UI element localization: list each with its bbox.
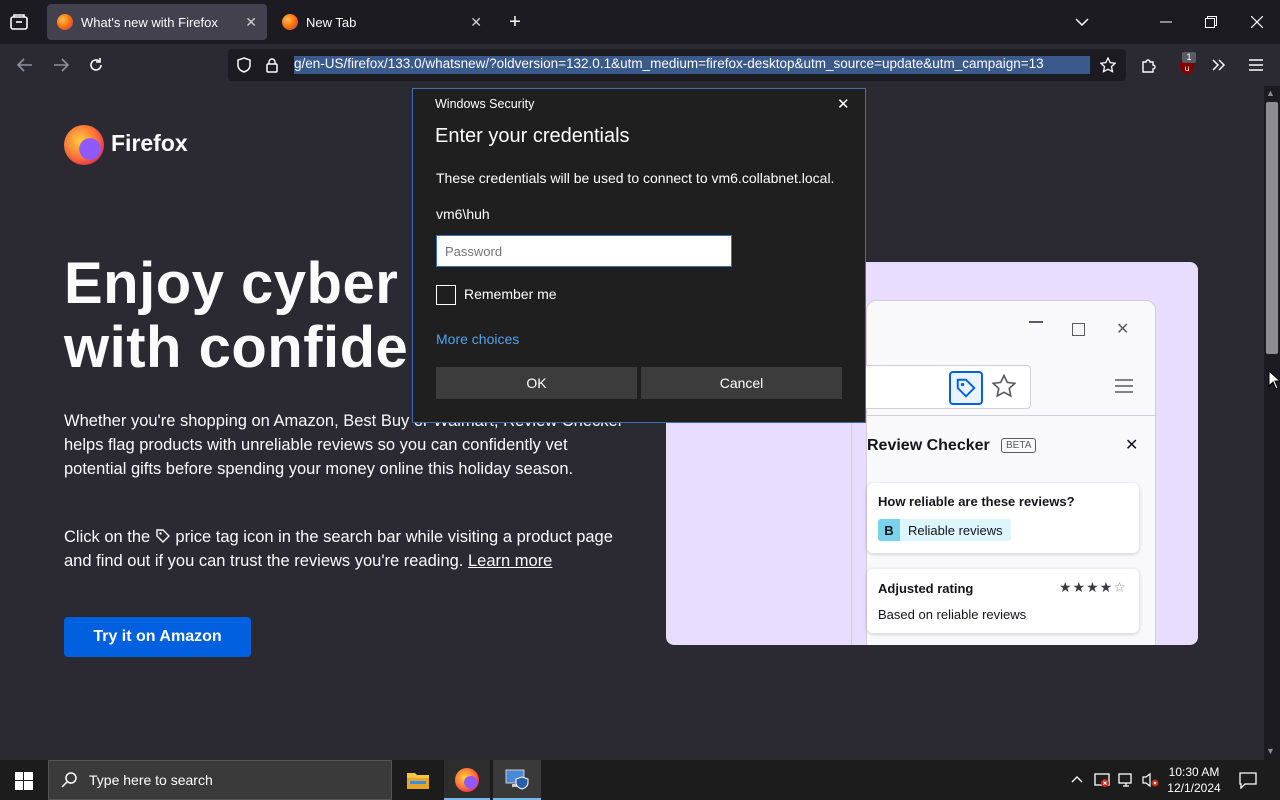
cancel-button[interactable]: Cancel xyxy=(641,367,842,399)
credential-dialog-taskbar-button[interactable] xyxy=(493,760,541,800)
password-field[interactable] xyxy=(436,235,732,267)
minimize-icon[interactable] xyxy=(1154,10,1178,34)
tab-new-tab[interactable]: New Tab ✕ xyxy=(272,4,492,40)
list-all-tabs-chevron-icon[interactable] xyxy=(1070,10,1094,34)
search-icon xyxy=(61,772,77,788)
firefox-favicon-icon xyxy=(57,14,73,30)
windows-security-dialog: Windows Security ✕ Enter your credential… xyxy=(412,88,866,423)
reliability-question: How reliable are these reviews? xyxy=(878,494,1075,509)
app-menu-hamburger-icon[interactable] xyxy=(1245,54,1267,76)
new-tab-plus-icon[interactable]: + xyxy=(503,10,527,34)
restore-icon[interactable] xyxy=(1199,10,1223,34)
action-center-notification-icon[interactable] xyxy=(1239,771,1257,794)
svg-text:u: u xyxy=(1184,64,1189,73)
learn-more-link[interactable]: Learn more xyxy=(468,552,552,570)
overflow-chevron-icon[interactable] xyxy=(1208,54,1230,76)
hero-heading-line1: Enjoy cyber s xyxy=(64,251,448,316)
address-bar[interactable]: g/en-US/firefox/133.0/whatsnew/?oldversi… xyxy=(228,49,1126,81)
illustration-maximize-icon xyxy=(1072,323,1085,336)
adjusted-rating-subtitle: Based on reliable reviews xyxy=(878,607,1027,622)
illustration-price-tag-icon xyxy=(949,371,983,405)
url-text[interactable]: g/en-US/firefox/133.0/whatsnew/?oldversi… xyxy=(294,56,1090,74)
navigation-toolbar: g/en-US/firefox/133.0/whatsnew/?oldversi… xyxy=(0,44,1280,86)
show-hidden-icons-chevron-icon[interactable] xyxy=(1071,771,1083,786)
remember-me-label[interactable]: Remember me xyxy=(464,286,557,302)
more-choices-link[interactable]: More choices xyxy=(436,331,519,347)
network-tray-icon[interactable] xyxy=(1118,772,1136,793)
tab-bar: What's new with Firefox ✕ New Tab ✕ + xyxy=(0,0,1280,44)
scroll-down-arrow-icon[interactable]: ▼ xyxy=(1266,746,1275,756)
lock-icon[interactable] xyxy=(262,55,282,75)
volume-muted-tray-icon[interactable] xyxy=(1142,772,1160,793)
dialog-message: These credentials will be used to connec… xyxy=(436,170,835,186)
illustration-star-icon xyxy=(991,373,1017,403)
ublock-extension-button[interactable]: u 1 xyxy=(1176,52,1198,76)
search-placeholder: Type here to search xyxy=(89,772,213,788)
instruction-paragraph: Click on the price tag icon in the searc… xyxy=(64,525,624,573)
grade-label: Reliable reviews xyxy=(900,519,1011,541)
firefox-favicon-icon xyxy=(282,14,298,30)
username-label: vm6\huh xyxy=(436,206,490,222)
windows-taskbar: Type here to search 10:30 AM 12/1/2024 xyxy=(0,760,1280,800)
taskbar-search-box[interactable]: Type here to search xyxy=(48,760,392,800)
firefox-taskbar-button[interactable] xyxy=(444,760,490,800)
back-arrow-icon[interactable] xyxy=(14,54,36,76)
tab-title: What's new with Firefox xyxy=(81,14,218,30)
hero-heading-line2: with confiden xyxy=(64,315,445,380)
adjusted-rating-title: Adjusted rating xyxy=(878,581,974,596)
illustration-menu-icon xyxy=(1115,379,1133,398)
ok-button[interactable]: OK xyxy=(436,367,637,399)
close-tab-icon[interactable]: ✕ xyxy=(245,14,257,31)
dialog-heading: Enter your credentials xyxy=(435,125,630,147)
dialog-window-title: Windows Security xyxy=(435,97,535,111)
security-monitor-icon xyxy=(505,769,529,790)
illustration-close-icon: ✕ xyxy=(1116,321,1130,338)
windows-start-icon[interactable] xyxy=(15,772,33,795)
scroll-up-arrow-icon[interactable]: ▲ xyxy=(1266,88,1275,98)
windows-defender-tray-icon[interactable] xyxy=(1094,772,1110,793)
grade-badge: B Reliable reviews xyxy=(878,519,1011,541)
illustration-panel-close-icon: ✕ xyxy=(1125,437,1139,454)
scrollbar-thumb[interactable] xyxy=(1266,102,1278,354)
reliability-card: How reliable are these reviews? B Reliab… xyxy=(867,483,1139,553)
price-tag-icon xyxy=(155,528,171,546)
tracking-protection-shield-icon[interactable] xyxy=(234,55,254,75)
grade-letter: B xyxy=(878,519,900,541)
close-tab-icon[interactable]: ✕ xyxy=(470,14,482,31)
clock-time: 10:30 AM xyxy=(1168,765,1220,779)
star-rating-icon: ★★★★☆ xyxy=(1059,579,1127,595)
tab-title: New Tab xyxy=(306,14,357,30)
illustration-divider xyxy=(867,415,1157,416)
remember-me-checkbox[interactable] xyxy=(436,285,456,305)
close-window-icon[interactable] xyxy=(1245,10,1269,34)
tab-whats-new[interactable]: What's new with Firefox ✕ xyxy=(47,4,267,40)
system-clock[interactable]: 10:30 AM 12/1/2024 xyxy=(1164,764,1224,796)
try-it-on-amazon-button[interactable]: Try it on Amazon xyxy=(64,617,251,657)
beta-badge: BETA xyxy=(1001,438,1037,453)
illustration-sidebar-border xyxy=(851,419,852,645)
dialog-close-icon[interactable]: ✕ xyxy=(837,95,850,113)
instruction-text-before: Click on the xyxy=(64,528,151,546)
firefox-view-icon[interactable] xyxy=(8,12,30,32)
illustration-url-field xyxy=(857,365,1031,409)
illustration-browser-window: ✕ Review Checker BETA ✕ How reliable are… xyxy=(851,300,1157,645)
firefox-taskbar-icon xyxy=(455,768,479,792)
mouse-cursor-icon xyxy=(1268,369,1280,395)
review-checker-title: Review Checker xyxy=(867,437,990,454)
reload-icon[interactable] xyxy=(85,54,107,76)
extension-badge: 1 xyxy=(1182,52,1196,63)
clock-date: 12/1/2024 xyxy=(1167,781,1221,795)
file-explorer-icon[interactable] xyxy=(406,770,430,795)
bookmark-star-icon[interactable] xyxy=(1098,55,1118,75)
illustration-minimize-icon xyxy=(1029,321,1043,323)
extensions-puzzle-icon[interactable] xyxy=(1138,54,1160,76)
firefox-logo-text: Firefox xyxy=(111,130,188,156)
firefox-logo-icon xyxy=(64,125,104,165)
forward-arrow-icon[interactable] xyxy=(50,54,72,76)
adjusted-rating-card: Adjusted rating ★★★★☆ Based on reliable … xyxy=(867,569,1139,633)
